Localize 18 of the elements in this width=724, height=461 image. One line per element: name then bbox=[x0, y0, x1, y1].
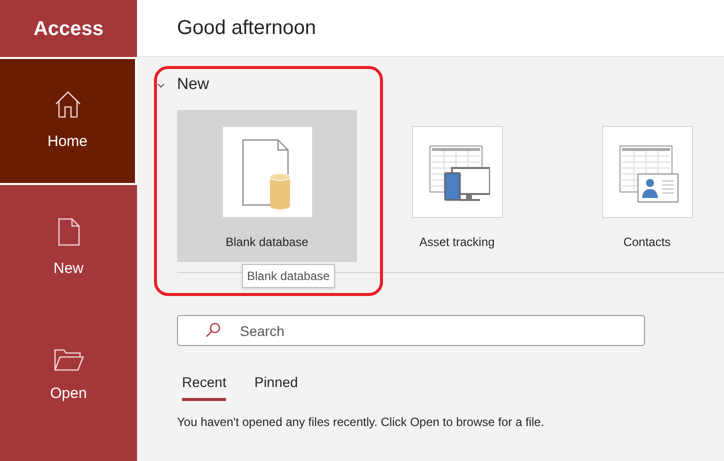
collapse-chevron-icon[interactable] bbox=[157, 81, 165, 89]
document-icon bbox=[58, 218, 80, 246]
app-name: Access bbox=[32, 16, 105, 42]
search-icon bbox=[205, 322, 221, 338]
template-tile[interactable]: Asset tracking bbox=[367, 110, 547, 262]
template-tile[interactable]: Blank database bbox=[177, 110, 357, 262]
template-tile[interactable]: Contacts bbox=[557, 110, 724, 262]
section-title: New bbox=[177, 75, 210, 95]
tab[interactable]: Pinned bbox=[254, 372, 298, 401]
folder-icon bbox=[54, 348, 84, 371]
greeting-heading: Good afternoon bbox=[177, 16, 316, 41]
sidebar-item[interactable]: New bbox=[0, 185, 137, 313]
sidebar-item[interactable]: Open bbox=[0, 313, 137, 441]
tab[interactable]: Recent bbox=[182, 372, 226, 401]
empty-message: You haven't opened any files recently. Click Open to browse for a file. bbox=[177, 414, 546, 431]
sidebar-item[interactable]: Home bbox=[0, 57, 137, 185]
tooltip: Blank database bbox=[242, 264, 335, 288]
search-field[interactable]: Search bbox=[177, 315, 645, 346]
